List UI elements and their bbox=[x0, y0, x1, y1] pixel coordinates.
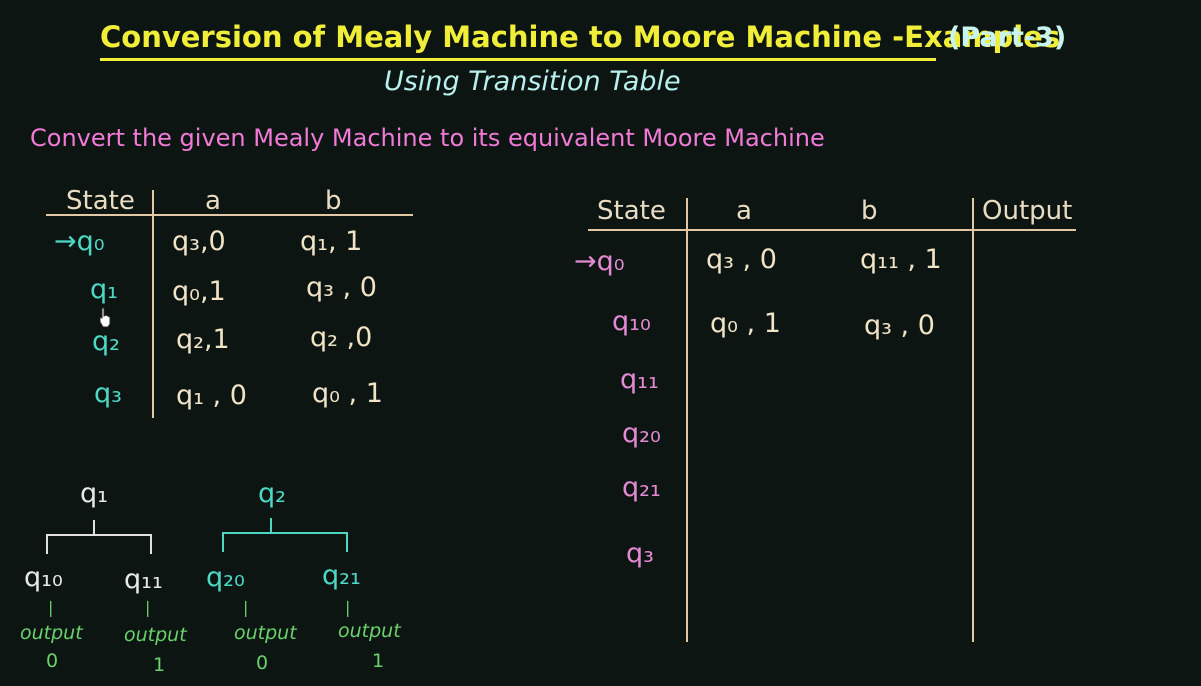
tree-q2-child-1: q₂₁ bbox=[322, 560, 361, 591]
title-underline bbox=[100, 58, 936, 61]
mealy-header-state: State bbox=[66, 186, 135, 216]
part-label: (Part-3) bbox=[948, 22, 1067, 53]
mealy-row-2-a: q₂,1 bbox=[176, 324, 230, 355]
tree-q1-root: q₁ bbox=[80, 478, 108, 509]
mealy-row-0-a: q₃,0 bbox=[172, 226, 226, 257]
tree-q1-right-leg bbox=[150, 534, 152, 554]
tree-q2-child-1-value: 1 bbox=[372, 650, 385, 672]
tree-q2-child-0-tag: output bbox=[234, 622, 297, 644]
tree-q2-bar bbox=[222, 532, 348, 534]
mealy-header-a: a bbox=[205, 186, 221, 216]
mealy-row-0-state: →q₀ bbox=[54, 226, 105, 257]
tree-q1-child-0-value: 0 bbox=[46, 650, 59, 672]
subtitle: Using Transition Table bbox=[384, 66, 681, 97]
mealy-row-3-state: q₃ bbox=[94, 378, 122, 409]
mealy-row-2-b: q₂ ,0 bbox=[310, 322, 373, 353]
moore-header-output: Output bbox=[982, 196, 1073, 226]
tree-q1-child-1: q₁₁ bbox=[124, 564, 163, 595]
moore-row-3-state: q₂₀ bbox=[622, 418, 661, 449]
moore-row-0-a: q₃ , 0 bbox=[706, 244, 777, 275]
mealy-column-rule bbox=[152, 190, 154, 418]
tree-q2-child-0-tick: | bbox=[243, 598, 249, 617]
tree-q2-child-0-value: 0 bbox=[256, 652, 269, 674]
mealy-row-0-b: q₁, 1 bbox=[300, 226, 363, 257]
mealy-row-1-state: q₁ bbox=[90, 274, 118, 305]
tree-q2-child-1-tick: | bbox=[345, 598, 351, 617]
mealy-row-1-a: q₀,1 bbox=[172, 276, 226, 307]
moore-row-5-state: q₃ bbox=[626, 538, 654, 569]
moore-row-1-b: q₃ , 0 bbox=[864, 310, 935, 341]
tree-q1-child-0-tag: output bbox=[20, 622, 83, 644]
moore-row-0-b: q₁₁ , 1 bbox=[860, 244, 942, 275]
mealy-row-1-b: q₃ , 0 bbox=[306, 272, 377, 303]
moore-row-1-a: q₀ , 1 bbox=[710, 308, 781, 339]
tree-q2-child-0: q₂₀ bbox=[206, 562, 245, 593]
tree-q2-root: q₂ bbox=[258, 478, 286, 509]
tree-q1-child-1-tick: | bbox=[145, 598, 151, 617]
moore-header-a: a bbox=[736, 196, 752, 226]
moore-row-2-state: q₁₁ bbox=[620, 364, 659, 395]
moore-row-0-state: →q₀ bbox=[574, 246, 625, 277]
moore-column-rule-output bbox=[972, 198, 974, 642]
mealy-row-3-a: q₁ , 0 bbox=[176, 380, 247, 411]
moore-header-state: State bbox=[597, 196, 666, 226]
moore-header-b: b bbox=[861, 196, 878, 226]
tree-q1-child-1-tag: output bbox=[124, 624, 187, 646]
question-text: Convert the given Mealy Machine to its e… bbox=[30, 124, 825, 152]
tree-q1-child-0: q₁₀ bbox=[24, 562, 63, 593]
mealy-header-rule bbox=[46, 214, 413, 216]
hand-cursor-icon bbox=[99, 307, 111, 328]
moore-header-rule bbox=[588, 229, 1076, 231]
tree-q1-bar bbox=[46, 534, 152, 536]
tree-q2-right-leg bbox=[346, 532, 348, 552]
page-title: Conversion of Mealy Machine to Moore Mac… bbox=[100, 20, 1061, 54]
tree-q2-child-1-tag: output bbox=[338, 620, 401, 642]
moore-row-1-state: q₁₀ bbox=[612, 306, 651, 337]
whiteboard: Conversion of Mealy Machine to Moore Mac… bbox=[0, 0, 1201, 686]
mealy-header-b: b bbox=[325, 186, 342, 216]
moore-column-rule-state bbox=[686, 198, 688, 642]
tree-q2-stem bbox=[270, 518, 272, 532]
tree-q1-stem bbox=[93, 520, 95, 534]
tree-q1-child-0-tick: | bbox=[48, 598, 54, 617]
tree-q1-child-1-value: 1 bbox=[153, 654, 166, 676]
tree-q1-left-leg bbox=[46, 534, 48, 554]
moore-row-4-state: q₂₁ bbox=[622, 472, 661, 503]
mealy-row-3-b: q₀ , 1 bbox=[312, 378, 383, 409]
tree-q2-left-leg bbox=[222, 532, 224, 552]
mealy-row-2-state: q₂ bbox=[92, 326, 120, 357]
